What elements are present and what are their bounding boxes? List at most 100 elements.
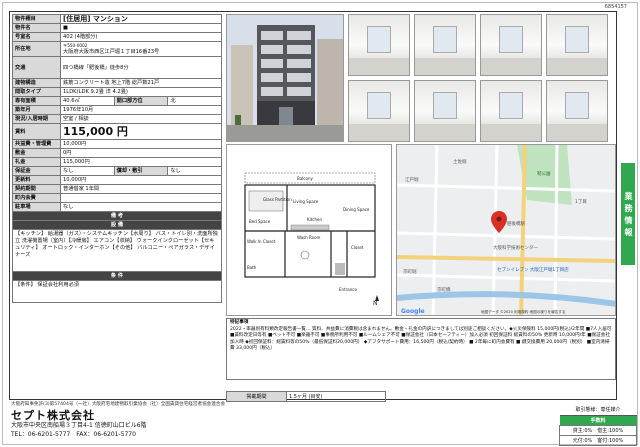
spec-label: 共益費・管理費 bbox=[12, 139, 61, 149]
plan-label-kitchen: Kitchen bbox=[307, 217, 322, 222]
plan-label-bed: Bed Space bbox=[249, 219, 271, 224]
floor-plan[interactable]: Bed Space Glass Partition Living Space D… bbox=[226, 144, 392, 316]
spec-label: 号室名 bbox=[12, 32, 61, 42]
spec-table: 物件種目 [住居用] マンション 物件名 ■ 号室名 402 (4階部分) 所在地 〒550-… bbox=[12, 14, 222, 303]
location-map[interactable]: 江戸堀 土佐堀 靭公園 京町堀 肥後橋駅 大阪科学技術センター セブンイレブン … bbox=[396, 144, 616, 316]
window-shape bbox=[367, 91, 391, 119]
equipment-text: 【キッチン】 給湯器（ガス）・システムキッチン【水周り】 バス・トイレ別・洗面所… bbox=[12, 229, 222, 272]
spec-row: 間取タイプ 1LDK(LDK 9.2畳 洋 4.2畳) bbox=[12, 87, 222, 97]
spec-label: 専有面積 bbox=[12, 96, 61, 106]
map-footer[interactable]: 地図データ ©2020 利用規約 地図の誤りを報告する bbox=[481, 309, 566, 314]
fee-row-2: 元付:0% 客付:100% bbox=[559, 434, 637, 446]
interior-photo[interactable] bbox=[414, 80, 476, 142]
floor-shape bbox=[481, 58, 541, 75]
transaction-box: 取引態様：専任媒介 手数料 貸主:0% 借主:100% 元付:0% 客付:100… bbox=[559, 405, 637, 446]
spec-value: 空室 / 相談 bbox=[60, 114, 222, 124]
listing-period: 掲載期間 1.5ヶ月 (目安) bbox=[226, 391, 386, 402]
spec-label-2: 開口部方位 bbox=[113, 96, 169, 106]
north-arrow-icon bbox=[375, 295, 379, 301]
map-label-6: セブンイレブン 大阪江戸堀1丁目店 bbox=[497, 266, 569, 273]
floor-shape bbox=[349, 124, 409, 141]
spec-value: 10,000円 bbox=[60, 175, 222, 185]
conditions-text-row: 【条件】 保証会社利用必須 bbox=[12, 280, 222, 303]
plan-label-wash: Wash Room bbox=[297, 235, 321, 240]
map-label-0: 江戸堀 bbox=[405, 176, 419, 183]
interior-photo[interactable] bbox=[546, 80, 608, 142]
interior-photo[interactable] bbox=[480, 80, 542, 142]
window-shape bbox=[565, 91, 589, 119]
plan-label-dining: Dining Space bbox=[343, 207, 370, 212]
rent-label: 賃料 bbox=[12, 123, 61, 140]
spec-value: 1976年10月 bbox=[60, 105, 222, 115]
spec-row: 現況/入居時期 空室 / 相談 bbox=[12, 114, 222, 124]
spec-row: 号室名 402 (4階部分) bbox=[12, 32, 222, 42]
notes-header-row: 備 考 bbox=[12, 211, 222, 221]
spec-label: 物件種目 bbox=[12, 14, 61, 24]
spec-value-2: なし bbox=[167, 166, 222, 176]
spec-label: 保証金 bbox=[12, 166, 61, 176]
spec-row: 共益費・管理費 10,000円 bbox=[12, 139, 222, 149]
spec-row: 交通 四つ橋線「肥後橋」徒歩8分 bbox=[12, 56, 222, 79]
floor-shape bbox=[481, 124, 541, 141]
spec-row: 駐車場 なし bbox=[12, 202, 222, 212]
interior-photo[interactable] bbox=[414, 14, 476, 76]
spec-label: 契約期間 bbox=[12, 184, 61, 194]
spec-row: 町内会費 bbox=[12, 193, 222, 203]
interior-photo[interactable] bbox=[348, 80, 410, 142]
spec-value: 普通借家 1年間 bbox=[60, 184, 222, 194]
equipment-header: 設 備 bbox=[12, 220, 222, 230]
spec-value: なし bbox=[60, 166, 115, 176]
spec-label: 物件名 bbox=[12, 23, 61, 33]
floor-shape bbox=[349, 58, 409, 75]
spec-value: 115,000円 bbox=[60, 157, 222, 167]
business-info-tab[interactable]: 業務情報 bbox=[621, 163, 635, 265]
window-shape bbox=[367, 25, 391, 53]
interior-photo[interactable] bbox=[348, 14, 410, 76]
floor-shape bbox=[415, 124, 475, 141]
plan-label-closet: Closet bbox=[351, 245, 364, 250]
spec-label: 駐車場 bbox=[12, 202, 61, 212]
map-label-5: 大阪科学技術センター bbox=[493, 244, 538, 251]
address-line: 大阪市中央区南船場３丁目4-1 信徳町山口ビル6階 bbox=[11, 422, 147, 429]
window-shape bbox=[499, 91, 523, 119]
spec-row: 更新料 10,000円 bbox=[12, 175, 222, 185]
spec-row: 保証金 なし 償却・敷引 なし bbox=[12, 166, 222, 176]
spec-value: ■ bbox=[60, 23, 222, 33]
spec-value: 1LDK(LDK 9.2畳 洋 4.2畳) bbox=[60, 87, 222, 97]
remarks-body: 2022・率器別有料類改定報告書一覧… 質料、共益費に消費税は含まれません。敷金… bbox=[230, 326, 612, 352]
rent-row: 賃料 115,000 円 bbox=[12, 123, 222, 140]
spec-row: 契約期間 普通借家 1年間 bbox=[12, 184, 222, 194]
conditions-text: 【条件】 保証会社利用必須 bbox=[12, 280, 222, 303]
spec-value: [住居用] マンション bbox=[60, 14, 222, 24]
spec-value bbox=[60, 193, 222, 203]
spec-row: 築年月 1976年10月 bbox=[12, 105, 222, 115]
plan-label-wic: Walk In Closet bbox=[247, 239, 276, 244]
spec-value-2: 北 bbox=[167, 96, 222, 106]
plan-label-balcony: Balcony bbox=[297, 176, 313, 181]
spec-value: 402 (4階部分) bbox=[60, 32, 222, 42]
conditions-header: 条 件 bbox=[12, 271, 222, 281]
building-photo[interactable] bbox=[226, 14, 344, 142]
floor-shape bbox=[547, 124, 607, 141]
interior-photo[interactable] bbox=[546, 14, 608, 76]
map-label-3: 京町堀 bbox=[403, 268, 417, 275]
spec-value: なし bbox=[60, 202, 222, 212]
notes-header: 備 考 bbox=[12, 211, 222, 221]
window-shape bbox=[433, 25, 457, 53]
spec-label: 築年月 bbox=[12, 105, 61, 115]
spec-row: 専有面積 40.6㎡ 開口部方位北 bbox=[12, 96, 222, 106]
document-id: 6854157 bbox=[604, 4, 627, 10]
transaction-type: 取引態様：専任媒介 bbox=[559, 405, 637, 416]
rent-value: 115,000 円 bbox=[60, 123, 222, 140]
map-label-8: 1丁目 bbox=[575, 199, 587, 205]
spec-value: 0円 bbox=[60, 148, 222, 158]
remarks-box: 特記事項 2022・率器別有料類改定報告書一覧… 質料、共益費に消費税は含まれま… bbox=[226, 318, 616, 380]
equipment-text-row: 【キッチン】 給湯器（ガス）・システムキッチン【水周り】 バス・トイレ別・洗面所… bbox=[12, 229, 222, 272]
interior-photo[interactable] bbox=[480, 14, 542, 76]
spec-value: 四つ橋線「肥後橋」徒歩8分 bbox=[60, 56, 222, 79]
remarks-title: 特記事項 bbox=[230, 320, 249, 325]
company-address: 大阪市中央区南船場３丁目4-1 信徳町山口ビル6階 TEL：06-6201-57… bbox=[11, 421, 147, 439]
equipment-header-row: 設 備 bbox=[12, 220, 222, 230]
spec-label: 所在地 bbox=[12, 41, 61, 57]
spec-value: 鉄筋コンクリート造 地上7階 総戸数21戸 bbox=[60, 78, 222, 88]
